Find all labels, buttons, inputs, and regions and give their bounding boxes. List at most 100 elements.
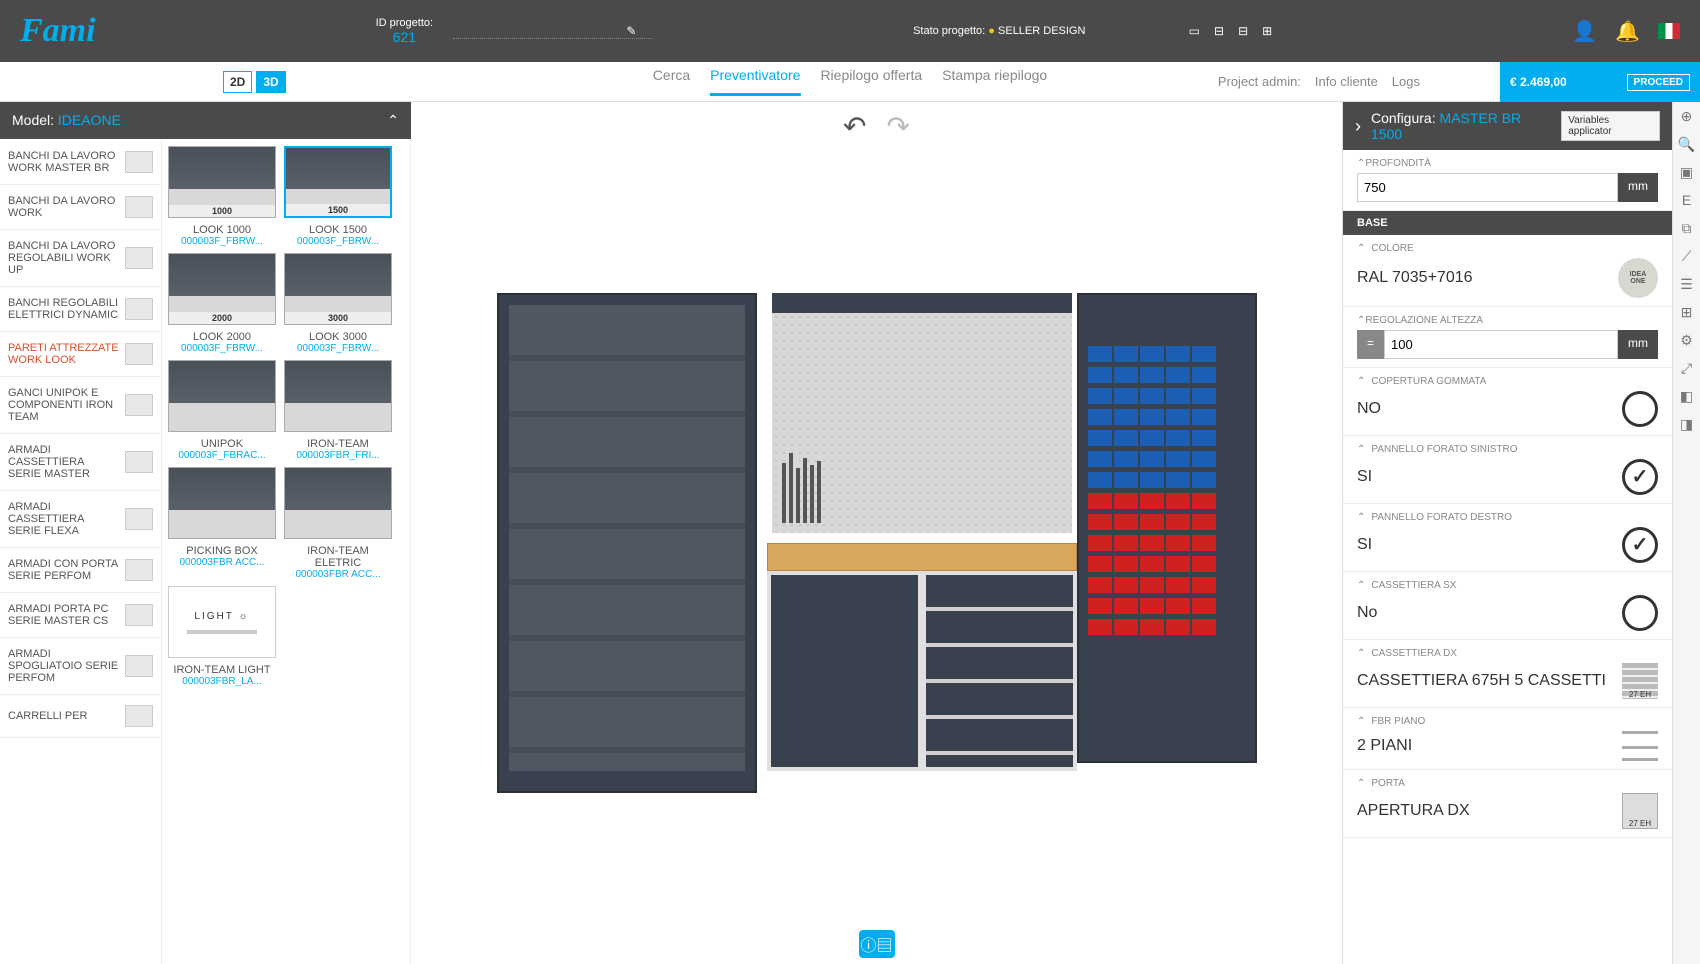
- category-item[interactable]: BANCHI REGOLABILI ELETTRICI DYNAMIC: [0, 287, 161, 332]
- tool-text-icon[interactable]: E: [1678, 192, 1696, 210]
- field-fbr-piano[interactable]: FBR PIANO 2 PIANI: [1343, 708, 1672, 770]
- config-label: Configura:: [1371, 110, 1436, 126]
- tab-preventivatore[interactable]: Preventivatore: [710, 67, 800, 96]
- tool-image-icon[interactable]: ▣: [1678, 164, 1696, 182]
- product-card[interactable]: UNIPOK000003F_FBRAC...: [168, 360, 276, 461]
- tool-search-icon[interactable]: 🔍: [1678, 136, 1696, 154]
- category-item[interactable]: ARMADI CASSETTIERA SERIE FLEXA: [0, 491, 161, 548]
- field-porta[interactable]: PORTA APERTURA DX 27 EH: [1343, 770, 1672, 838]
- tab-cerca[interactable]: Cerca: [653, 67, 690, 96]
- product-code: 000003FBR ACC...: [284, 569, 392, 580]
- tool-extra2-icon[interactable]: ◨: [1678, 416, 1696, 434]
- product-thumb: [284, 360, 392, 432]
- layout-1-icon[interactable]: ▭: [1189, 24, 1200, 38]
- main-layout: BANCHI DA LAVORO WORK MASTER BR BANCHI DA…: [0, 102, 1700, 964]
- cassettiera-sx-value: No: [1357, 604, 1377, 622]
- model-name: IDEAONE: [58, 112, 121, 128]
- pannello-dx-value: SI: [1357, 536, 1372, 554]
- category-label: BANCHI DA LAVORO WORK MASTER BR: [8, 150, 119, 174]
- category-item[interactable]: CARRELLI PER: [0, 695, 161, 738]
- project-name-input[interactable]: [453, 23, 623, 38]
- tool-copy-icon[interactable]: ⧉: [1678, 220, 1696, 238]
- category-thumb-icon: [125, 508, 153, 530]
- field-pannello-sx[interactable]: PANNELLO FORATO SINISTRO SI: [1343, 436, 1672, 504]
- tool-settings-icon[interactable]: ⚙: [1678, 332, 1696, 350]
- product-card[interactable]: 1500LOOK 1500000003F_FBRW...: [284, 146, 392, 247]
- price-box: € 2.469,00 PROCEED: [1500, 62, 1700, 102]
- field-pannello-dx[interactable]: PANNELLO FORATO DESTRO SI: [1343, 504, 1672, 572]
- product-card[interactable]: 3000LOOK 3000000003F_FBRW...: [284, 253, 392, 354]
- category-label: ARMADI CON PORTA SERIE PERFOM: [8, 558, 119, 582]
- field-colore[interactable]: COLORE RAL 7035+7016 IDEAONE: [1343, 235, 1672, 307]
- field-copertura[interactable]: COPERTURA GOMMATA NO: [1343, 368, 1672, 436]
- fbr-piano-value: 2 PIANI: [1357, 737, 1412, 755]
- tab-stampa-riepilogo[interactable]: Stampa riepilogo: [942, 67, 1047, 96]
- layout-2-icon[interactable]: ⊟: [1214, 24, 1224, 38]
- category-label: BANCHI DA LAVORO WORK: [8, 195, 119, 219]
- info-panel-icon[interactable]: ⓘ▤: [859, 930, 895, 958]
- tool-layers-icon[interactable]: ☰: [1678, 276, 1696, 294]
- model-header[interactable]: Model: IDEAONE ⌃: [0, 102, 411, 139]
- product-card[interactable]: 1000LOOK 1000000003F_FBRW...: [168, 146, 276, 247]
- project-name-field[interactable]: ✎: [453, 23, 653, 39]
- logs-link[interactable]: Logs: [1392, 74, 1420, 89]
- view-toggle: 2D 3D: [223, 71, 286, 93]
- tool-grid-icon[interactable]: ⊞: [1678, 304, 1696, 322]
- variables-applicator-button[interactable]: Variables applicator: [1561, 111, 1660, 141]
- tab-riepilogo-offerta[interactable]: Riepilogo offerta: [820, 67, 922, 96]
- product-code: 000003F_FBRW...: [168, 343, 276, 354]
- profondita-input[interactable]: [1357, 173, 1618, 202]
- flag-italy-icon[interactable]: [1658, 23, 1680, 39]
- undo-icon[interactable]: ↶: [843, 110, 866, 143]
- tool-target-icon[interactable]: ⊕: [1678, 108, 1696, 126]
- category-item[interactable]: ARMADI CASSETTIERA SERIE MASTER: [0, 434, 161, 491]
- user-icon[interactable]: 👤: [1572, 19, 1597, 44]
- top-right-icons: 👤 🔔: [1572, 19, 1680, 44]
- proceed-button[interactable]: PROCEED: [1627, 74, 1690, 91]
- product-card[interactable]: IRON-TEAM ELETRIC000003FBR ACC...: [284, 467, 392, 580]
- tool-zoom-icon[interactable]: ⤢: [1678, 360, 1696, 378]
- chevron-right-icon[interactable]: ›: [1355, 116, 1361, 137]
- category-item[interactable]: ARMADI SPOGLIATOIO SERIE PERFOM: [0, 638, 161, 695]
- total-price: € 2.469,00: [1510, 75, 1567, 89]
- field-cassettiera-dx[interactable]: CASSETTIERA DX CASSETTIERA 675H 5 CASSET…: [1343, 640, 1672, 708]
- field-cassettiera-sx[interactable]: CASSETTIERA SX No: [1343, 572, 1672, 640]
- layout-4-icon[interactable]: ⊞: [1262, 24, 1272, 38]
- equals-icon[interactable]: =: [1357, 330, 1384, 359]
- category-item[interactable]: PARETI ATTREZZATE WORK LOOK: [0, 332, 161, 377]
- circle-icon: [1622, 595, 1658, 631]
- product-grid: 1000LOOK 1000000003F_FBRW...1500LOOK 150…: [162, 102, 411, 964]
- product-card[interactable]: 2000LOOK 2000000003F_FBRW...: [168, 253, 276, 354]
- main-tabs: Cerca Preventivatore Riepilogo offerta S…: [653, 67, 1047, 96]
- edit-icon[interactable]: ✎: [626, 24, 636, 38]
- category-item[interactable]: BANCHI DA LAVORO WORK: [0, 185, 161, 230]
- chevron-up-icon[interactable]: ⌃: [387, 112, 399, 129]
- door-badge-icon: 27 EH: [1622, 793, 1658, 829]
- product-card[interactable]: IRON-TEAM000003FBR_FRI...: [284, 360, 392, 461]
- status-value: SELLER DESIGN: [998, 25, 1085, 37]
- product-thumb: 2000: [168, 253, 276, 325]
- product-card[interactable]: LIGHT ☼IRON-TEAM LIGHT000003FBR_LA...: [168, 586, 276, 687]
- category-thumb-icon: [125, 705, 153, 727]
- sub-bar: 2D 3D Cerca Preventivatore Riepilogo off…: [0, 62, 1700, 102]
- viewport-3d[interactable]: ↶ ↷: [411, 102, 1342, 964]
- copertura-label: COPERTURA GOMMATA: [1357, 376, 1658, 387]
- product-card[interactable]: PICKING BOX000003FBR ACC...: [168, 467, 276, 580]
- category-item[interactable]: GANCI UNIPOK E COMPONENTI IRON TEAM: [0, 377, 161, 434]
- view-2d-button[interactable]: 2D: [223, 71, 252, 93]
- tool-measure-icon[interactable]: ⟋: [1678, 248, 1696, 266]
- category-item[interactable]: ARMADI PORTA PC SERIE MASTER CS: [0, 593, 161, 638]
- view-3d-button[interactable]: 3D: [256, 71, 285, 93]
- category-item[interactable]: BANCHI DA LAVORO REGOLABILI WORK UP: [0, 230, 161, 287]
- history-arrows: ↶ ↷: [843, 110, 910, 143]
- category-label: ARMADI CASSETTIERA SERIE MASTER: [8, 444, 119, 480]
- bell-icon[interactable]: 🔔: [1615, 19, 1640, 44]
- category-item[interactable]: ARMADI CON PORTA SERIE PERFOM: [0, 548, 161, 593]
- redo-icon[interactable]: ↷: [887, 110, 910, 143]
- regolazione-input[interactable]: [1384, 330, 1618, 359]
- product-thumb: [168, 467, 276, 539]
- info-cliente-link[interactable]: Info cliente: [1315, 74, 1378, 89]
- tool-extra1-icon[interactable]: ◧: [1678, 388, 1696, 406]
- category-item[interactable]: BANCHI DA LAVORO WORK MASTER BR: [0, 140, 161, 185]
- layout-3-icon[interactable]: ⊟: [1238, 24, 1248, 38]
